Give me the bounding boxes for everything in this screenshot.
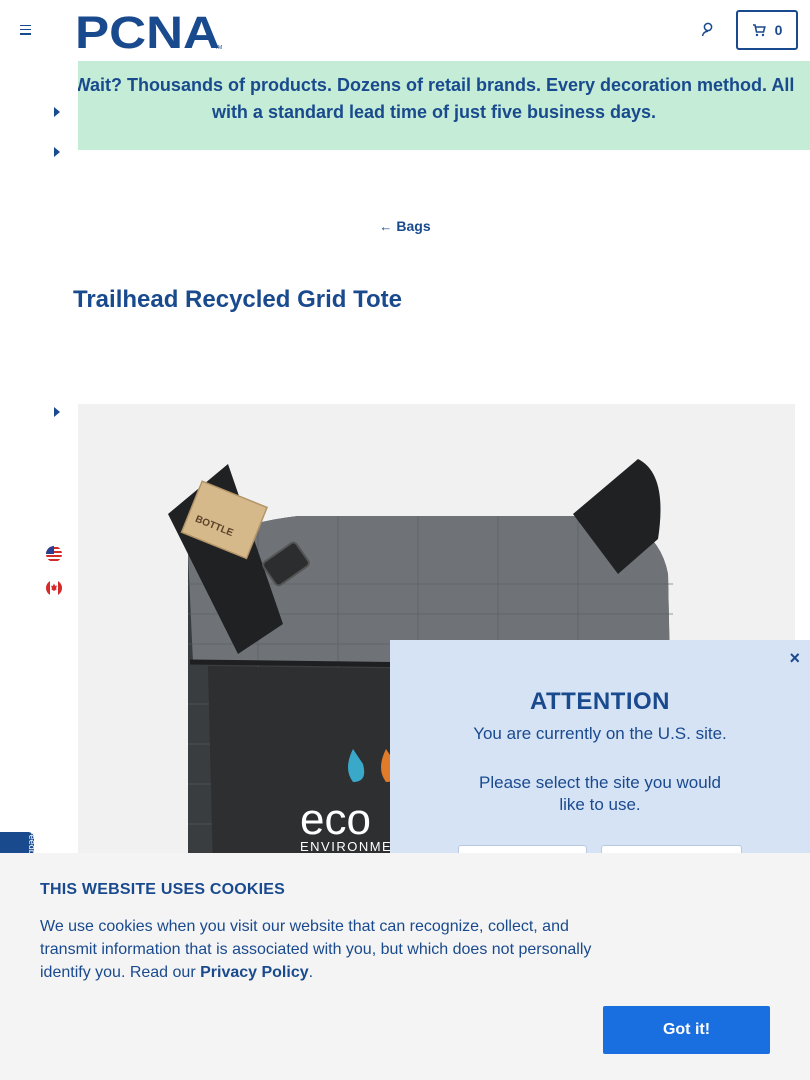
cookie-body: We use cookies when you visit our websit… — [40, 915, 605, 984]
bag-print-text: eco — [300, 795, 371, 844]
attention-subtext: Please select the site you would like to… — [479, 773, 721, 814]
caret-right-icon[interactable] — [54, 407, 60, 417]
breadcrumb-link[interactable]: Bags — [396, 218, 430, 234]
cookie-banner: THIS WEBSITE USES COOKIES We use cookies… — [0, 853, 810, 1080]
site-selector-popup: × ATTENTION You are currently on the U.S… — [390, 640, 810, 875]
canada-flag-icon[interactable] — [46, 580, 62, 596]
logo-trademark: TM — [215, 45, 222, 50]
cart-button[interactable]: 0 — [736, 10, 798, 50]
close-icon[interactable]: × — [789, 648, 800, 669]
menu-icon[interactable] — [20, 22, 36, 38]
product-title: Trailhead Recycled Grid Tote — [73, 286, 402, 313]
cart-icon — [752, 24, 766, 37]
promo-banner: Wait? Thousands of products. Dozens of r… — [78, 61, 810, 150]
got-it-button[interactable]: Got it! — [603, 1006, 770, 1054]
bag-print-subtext: ENVIRONME — [300, 839, 392, 854]
account-icon[interactable] — [699, 21, 717, 39]
privacy-policy-link[interactable]: Privacy Policy — [200, 964, 309, 981]
breadcrumb[interactable]: ← Bags — [0, 218, 810, 234]
cart-count: 0 — [774, 22, 783, 38]
back-arrow-icon: ← — [379, 219, 393, 234]
us-flag-icon[interactable] — [46, 546, 62, 562]
cookie-text: We use cookies when you visit our websit… — [40, 918, 592, 981]
cookie-title: THIS WEBSITE USES COOKIES — [40, 881, 286, 898]
pcna-logo[interactable]: PCNA TM — [75, 10, 225, 50]
cookie-text-end: . — [308, 964, 314, 981]
attention-title: ATTENTION — [529, 688, 671, 715]
site-header: PCNA TM 0 — [0, 0, 810, 61]
caret-right-icon[interactable] — [54, 107, 60, 117]
promo-text: Wait? Thousands of products. Dozens of r… — [78, 75, 795, 122]
logo-text: PCNA — [75, 10, 220, 50]
caret-right-icon[interactable] — [54, 147, 60, 157]
attention-message: You are currently on the U.S. site. — [473, 724, 727, 743]
